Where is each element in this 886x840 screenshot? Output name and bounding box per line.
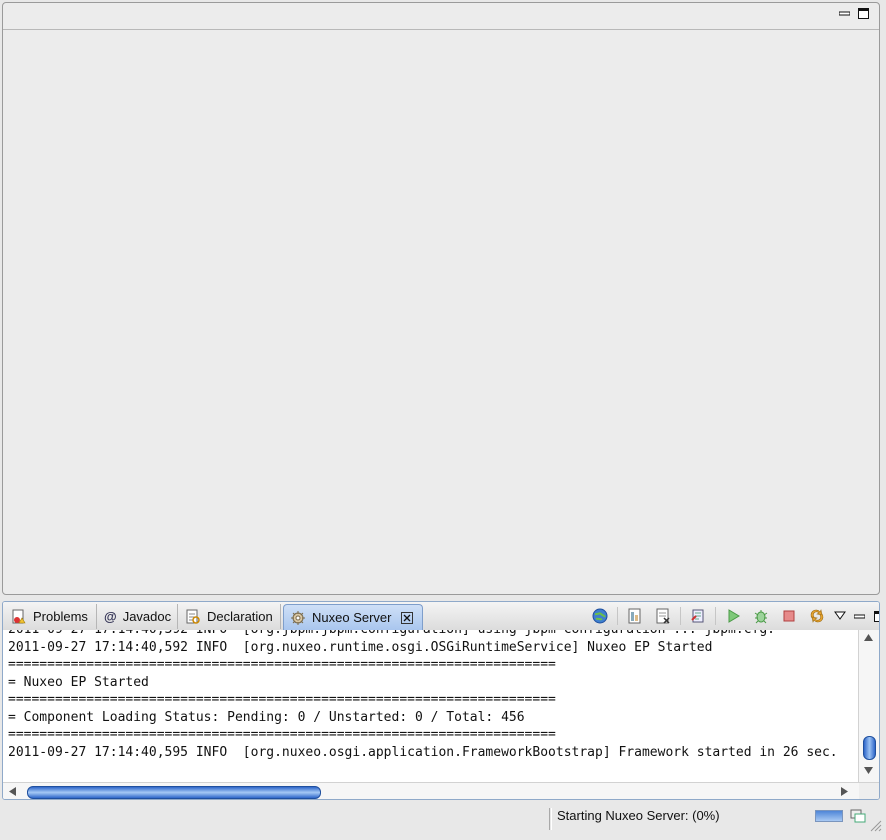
toolbar-separator: [715, 607, 716, 625]
problems-icon: [11, 609, 27, 625]
editor-title-bar: [3, 3, 879, 30]
tab-label: Javadoc: [122, 609, 172, 624]
progress-indicator[interactable]: [815, 810, 843, 822]
console-line: ========================================…: [8, 657, 556, 672]
reload-icon[interactable]: [806, 605, 828, 627]
close-icon[interactable]: [401, 611, 414, 624]
tab-nuxeo-server[interactable]: Nuxeo Server: [283, 604, 423, 630]
javadoc-icon: @: [104, 609, 117, 624]
scroll-right-icon[interactable]: [841, 787, 848, 796]
stop-icon[interactable]: [778, 605, 800, 627]
debug-icon[interactable]: [750, 605, 772, 627]
status-text: Starting Nuxeo Server: (0%): [557, 808, 720, 823]
scroll-left-icon[interactable]: [9, 787, 16, 796]
console-line: ========================================…: [8, 727, 556, 742]
toolbar-separator: [617, 607, 618, 625]
horizontal-scroll-thumb[interactable]: [27, 786, 321, 799]
view-menu-chevron-down-icon[interactable]: [834, 605, 846, 627]
run-icon[interactable]: [722, 605, 744, 627]
console-line: 2011-09-27 17:14:40,592 INFO [org.nuxeo.…: [8, 639, 713, 655]
scroll-down-icon[interactable]: [864, 767, 873, 774]
console-line: = Component Loading Status: Pending: 0 /…: [8, 709, 525, 725]
console-line: = Nuxeo EP Started: [8, 674, 149, 690]
minimize-icon[interactable]: [839, 8, 850, 19]
open-browser-globe-icon[interactable]: [589, 605, 611, 627]
toolbar-separator: [680, 607, 681, 625]
vertical-scroll-thumb[interactable]: [863, 736, 876, 760]
horizontal-scrollbar[interactable]: [3, 782, 859, 799]
tab-javadoc[interactable]: @ Javadoc: [98, 604, 178, 629]
scrollbar-corner: [859, 782, 879, 799]
status-divider: [549, 808, 550, 830]
editor-area: [2, 2, 880, 595]
maximize-icon[interactable]: [858, 8, 869, 19]
console-line: 2011-09-27 17:14:40,595 INFO [org.nuxeo.…: [8, 744, 838, 760]
view-toolbar: [589, 605, 879, 627]
deploy-icon[interactable]: [624, 605, 646, 627]
server-gear-icon: [290, 610, 306, 626]
vertical-scrollbar[interactable]: [858, 630, 879, 782]
maximize-icon[interactable]: [872, 605, 879, 627]
editor-window-controls: [839, 8, 869, 19]
console-line-partial: 2011-09-27 17:14:40,392 INFO [org.jbpm.j…: [3, 630, 859, 639]
progress-view-icon[interactable]: [850, 809, 866, 823]
console-line: ========================================…: [8, 692, 556, 707]
configure-icon[interactable]: [687, 605, 709, 627]
console-output[interactable]: 2011-09-27 17:14:40,392 INFO [org.jbpm.j…: [3, 630, 859, 782]
status-bar: Starting Nuxeo Server: (0%): [0, 804, 886, 840]
tab-label: Nuxeo Server: [312, 610, 392, 625]
declaration-icon: [185, 609, 201, 625]
tab-label: Declaration: [207, 609, 273, 624]
view-tab-bar: Problems @ Javadoc Declaration Nuxeo Ser…: [3, 602, 879, 631]
minimize-icon[interactable]: [852, 605, 866, 627]
tab-label: Problems: [33, 609, 88, 624]
undeploy-icon[interactable]: [652, 605, 674, 627]
console-view: Problems @ Javadoc Declaration Nuxeo Ser…: [2, 601, 880, 800]
tab-problems[interactable]: Problems: [5, 604, 97, 629]
status-divider-highlight: [551, 808, 552, 830]
scroll-up-icon[interactable]: [864, 634, 873, 641]
tab-declaration[interactable]: Declaration: [179, 604, 281, 629]
resize-grip-icon[interactable]: [868, 818, 882, 832]
